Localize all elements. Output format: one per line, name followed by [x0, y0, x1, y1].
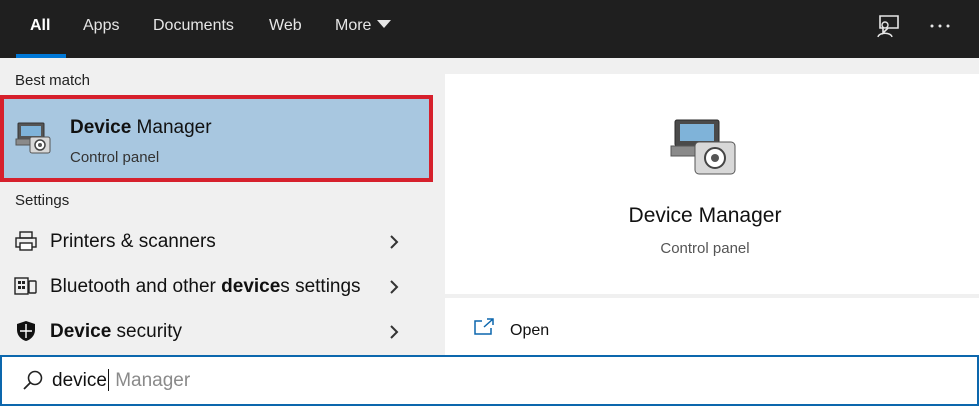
label-post: s settings	[280, 276, 361, 297]
settings-header: Settings	[15, 192, 70, 209]
feedback-icon[interactable]	[874, 12, 902, 40]
setting-item-label: Device security	[50, 321, 182, 343]
open-label: Open	[510, 322, 550, 339]
caret-down-icon	[377, 19, 392, 28]
shield-icon	[17, 321, 35, 341]
setting-item-bluetooth-devices[interactable]: Bluetooth and other devices settings	[0, 265, 430, 309]
label-pre: Bluetooth and other	[50, 276, 222, 297]
chevron-right-icon	[390, 280, 399, 294]
open-icon	[474, 318, 494, 335]
best-match-title-match: Device	[70, 117, 132, 138]
search-typed-text: device	[52, 370, 107, 392]
printer-icon	[15, 231, 37, 251]
tab-apps[interactable]: Apps	[83, 0, 119, 58]
best-match-title-rest: Manager	[131, 117, 212, 138]
tab-all[interactable]: All	[30, 0, 50, 58]
device-manager-icon	[15, 122, 51, 154]
chevron-right-icon	[390, 325, 399, 339]
text-caret	[107, 369, 109, 391]
setting-item-label: Printers & scanners	[50, 231, 216, 253]
result-detail-card: Device Manager Control panel	[445, 74, 979, 294]
search-autocomplete-suggestion: Manager	[109, 370, 191, 392]
best-match-title: Device Manager	[70, 117, 212, 139]
tab-web[interactable]: Web	[269, 0, 302, 58]
search-box[interactable]: device Manager	[0, 355, 979, 406]
setting-item-printers-scanners[interactable]: Printers & scanners	[0, 220, 430, 264]
label-post: security	[111, 321, 183, 342]
detail-actions: Open	[445, 298, 979, 358]
search-scope-bar: All Apps Documents Web More	[0, 0, 979, 58]
chevron-right-icon	[390, 235, 399, 249]
best-match-subtitle: Control panel	[70, 149, 160, 166]
search-icon	[23, 370, 43, 390]
device-manager-icon	[670, 119, 736, 175]
bluetooth-devices-icon	[14, 277, 37, 295]
tab-more[interactable]: More	[335, 0, 392, 58]
best-match-result[interactable]: Device Manager Control panel	[0, 95, 433, 182]
best-match-header: Best match	[15, 72, 91, 89]
more-options-icon[interactable]	[926, 12, 954, 40]
label-match: device	[221, 276, 281, 297]
label-post: Printers & scanners	[50, 231, 216, 252]
label-match: Device	[50, 321, 112, 342]
tab-documents[interactable]: Documents	[153, 0, 234, 58]
setting-item-label: Bluetooth and other devices settings	[50, 276, 361, 298]
tab-more-label: More	[335, 17, 372, 34]
search-input[interactable]: device Manager	[52, 369, 191, 392]
active-tab-indicator	[16, 54, 66, 58]
detail-title: Device Manager	[628, 204, 782, 227]
setting-item-device-security[interactable]: Device security	[0, 310, 430, 354]
detail-subtitle: Control panel	[660, 240, 750, 257]
